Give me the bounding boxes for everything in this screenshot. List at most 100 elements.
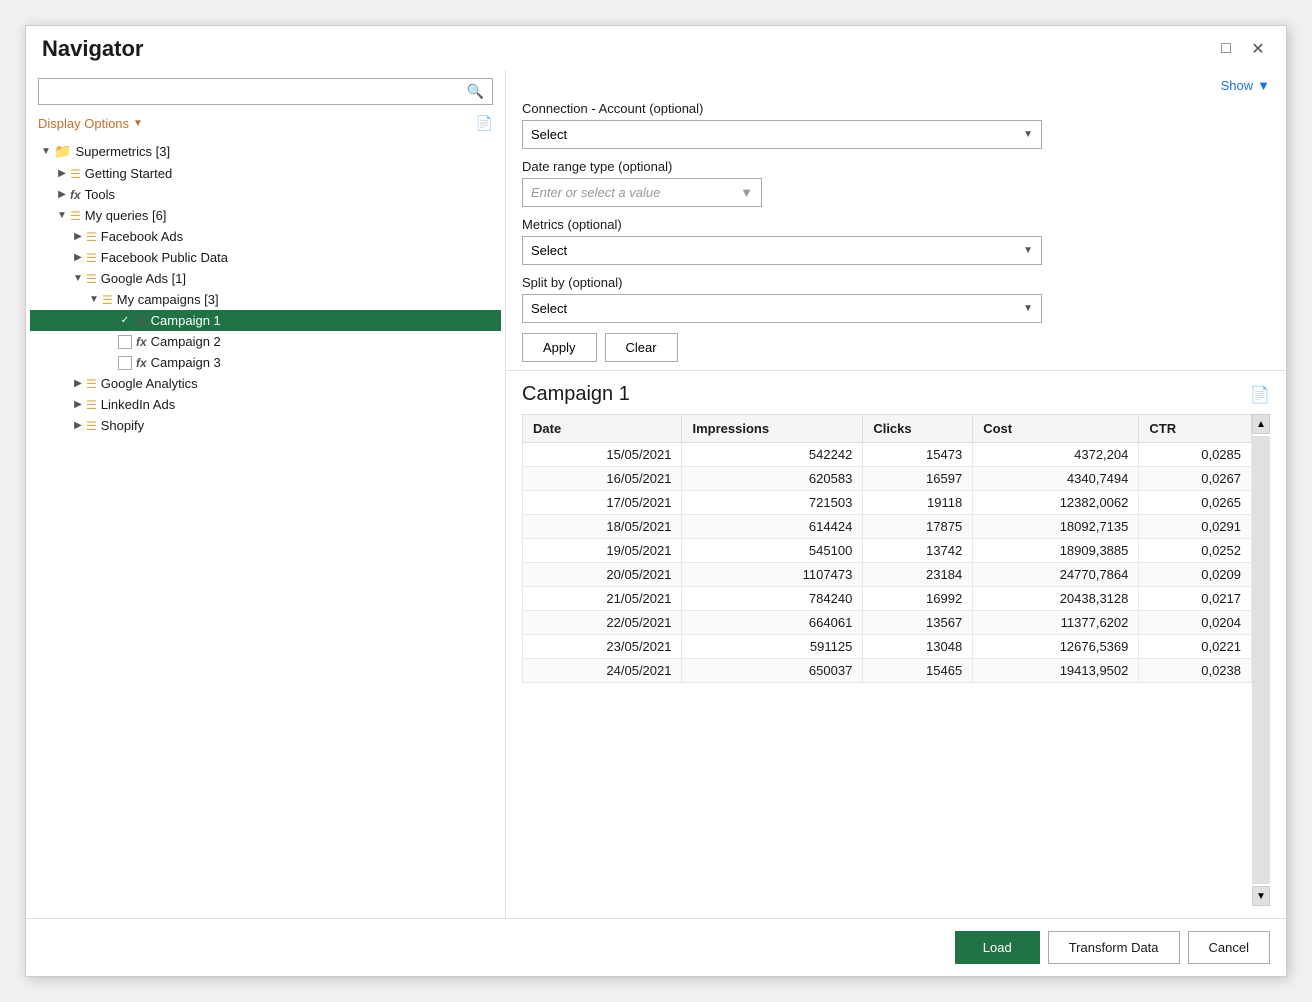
export-icon[interactable]: 📄 bbox=[476, 115, 493, 132]
table-row: 16/05/2021620583165974340,74940,0267 bbox=[523, 467, 1252, 491]
navigator-window: Navigator □ ✕ 🔍 Display Options ▼ 📄 ▼📁Su… bbox=[25, 25, 1287, 977]
data-table-scroll[interactable]: DateImpressionsClicksCostCTR 15/05/20215… bbox=[522, 414, 1252, 906]
scroll-down-button[interactable]: ▼ bbox=[1252, 886, 1270, 906]
tree-item-google-analytics[interactable]: ▶☰Google Analytics bbox=[30, 373, 501, 394]
tree-toggle-icon: ▼ bbox=[86, 294, 102, 305]
table-cell: 0,0267 bbox=[1139, 467, 1252, 491]
tree-item-checkbox[interactable] bbox=[118, 335, 132, 349]
date-range-label: Date range type (optional) bbox=[522, 159, 1270, 174]
right-scrollbar: ▲ ▼ bbox=[1252, 414, 1270, 906]
table-cell: 0,0265 bbox=[1139, 491, 1252, 515]
tree-item-label: My queries [6] bbox=[85, 208, 167, 223]
date-range-value: Enter or select a value bbox=[531, 185, 660, 200]
connection-dropdown[interactable]: Select ▼ bbox=[522, 120, 1042, 149]
tree-item-facebook-ads[interactable]: ▶☰Facebook Ads bbox=[30, 226, 501, 247]
date-range-input[interactable]: Enter or select a value ▼ bbox=[522, 178, 762, 207]
table-cell: 16/05/2021 bbox=[523, 467, 682, 491]
tree-item-shopify[interactable]: ▶☰ Shopify bbox=[30, 415, 501, 436]
table-cell: 23184 bbox=[863, 563, 973, 587]
table-cell: 15/05/2021 bbox=[523, 443, 682, 467]
data-area: Campaign 1 📄 DateImpressionsClicksCostCT… bbox=[506, 371, 1286, 918]
scroll-up-button[interactable]: ▲ bbox=[1252, 414, 1270, 434]
tree-item-facebook-public[interactable]: ▶☰Facebook Public Data bbox=[30, 247, 501, 268]
tree-item-my-campaigns[interactable]: ▼☰My campaigns [3] bbox=[30, 289, 501, 310]
tree-item-label: LinkedIn Ads bbox=[101, 397, 175, 412]
function-icon: fx bbox=[136, 313, 147, 328]
table-cell: 15465 bbox=[863, 659, 973, 683]
table-cell: 0,0238 bbox=[1139, 659, 1252, 683]
search-icon[interactable]: 🔍 bbox=[459, 79, 492, 104]
table-cell: 591125 bbox=[682, 635, 863, 659]
tree-item-linkedin-ads[interactable]: ▶☰LinkedIn Ads bbox=[30, 394, 501, 415]
table-cell: 0,0204 bbox=[1139, 611, 1252, 635]
tree-item-checkbox[interactable] bbox=[118, 314, 132, 328]
minimize-button[interactable]: □ bbox=[1214, 37, 1238, 61]
table-cell: 24770,7864 bbox=[973, 563, 1139, 587]
tree-item-tools[interactable]: ▶fxTools bbox=[30, 184, 501, 205]
function-icon: fx bbox=[136, 334, 147, 349]
tree-item-checkbox[interactable] bbox=[118, 356, 132, 370]
tree-item-label: Campaign 1 bbox=[151, 313, 221, 328]
split-by-dropdown[interactable]: Select ▼ bbox=[522, 294, 1042, 323]
show-button[interactable]: Show ▼ bbox=[1221, 78, 1270, 93]
table-cell: 22/05/2021 bbox=[523, 611, 682, 635]
table-column-header: CTR bbox=[1139, 415, 1252, 443]
search-input[interactable] bbox=[39, 79, 459, 104]
table-column-header: Clicks bbox=[863, 415, 973, 443]
tree-toggle-icon: ▶ bbox=[54, 168, 70, 179]
tree-item-label: Facebook Public Data bbox=[101, 250, 228, 265]
metrics-dropdown[interactable]: Select ▼ bbox=[522, 236, 1042, 265]
table-row: 20/05/202111074732318424770,78640,0209 bbox=[523, 563, 1252, 587]
table-cell: 650037 bbox=[682, 659, 863, 683]
apply-button[interactable]: Apply bbox=[522, 333, 597, 362]
tree-item-getting-started[interactable]: ▶☰Getting Started bbox=[30, 163, 501, 184]
table-cell: 17/05/2021 bbox=[523, 491, 682, 515]
data-export-icon[interactable]: 📄 bbox=[1250, 385, 1270, 405]
tree-item-campaign-1[interactable]: fx Campaign 1 bbox=[30, 310, 501, 331]
table-cell: 24/05/2021 bbox=[523, 659, 682, 683]
display-options-chevron[interactable]: ▼ bbox=[133, 118, 143, 129]
tree-item-label: Shopify bbox=[101, 418, 144, 433]
table-cell: 15473 bbox=[863, 443, 973, 467]
table-cell: 20438,3128 bbox=[973, 587, 1139, 611]
cancel-button[interactable]: Cancel bbox=[1188, 931, 1270, 964]
tree-toggle-icon: ▶ bbox=[54, 189, 70, 200]
clear-button[interactable]: Clear bbox=[605, 333, 678, 362]
table-cell: 16992 bbox=[863, 587, 973, 611]
tree-toggle-icon: ▼ bbox=[38, 146, 54, 157]
tree-item-my-queries[interactable]: ▼☰My queries [6] bbox=[30, 205, 501, 226]
tree-item-supermetrics[interactable]: ▼📁Supermetrics [3] bbox=[30, 140, 501, 163]
table-cell: 20/05/2021 bbox=[523, 563, 682, 587]
table-column-header: Cost bbox=[973, 415, 1139, 443]
tree-item-google-ads[interactable]: ▼☰Google Ads [1] bbox=[30, 268, 501, 289]
tree-toggle-icon: ▶ bbox=[70, 399, 86, 410]
table-cell: 19/05/2021 bbox=[523, 539, 682, 563]
title-bar: Navigator □ ✕ bbox=[26, 26, 1286, 70]
table-icon: ☰ bbox=[86, 418, 97, 433]
metrics-value: Select bbox=[531, 243, 567, 258]
table-cell: 23/05/2021 bbox=[523, 635, 682, 659]
table-icon: ☰ bbox=[70, 208, 81, 223]
right-panel: Show ▼ Connection - Account (optional) S… bbox=[506, 70, 1286, 918]
display-options-label[interactable]: Display Options bbox=[38, 116, 129, 131]
date-range-group: Date range type (optional) Enter or sele… bbox=[522, 159, 1270, 207]
tree-item-campaign-3[interactable]: fxCampaign 3 bbox=[30, 352, 501, 373]
table-cell: 0,0291 bbox=[1139, 515, 1252, 539]
table-icon: ☰ bbox=[102, 292, 113, 307]
table-cell: 21/05/2021 bbox=[523, 587, 682, 611]
tree-item-label: Campaign 3 bbox=[151, 355, 221, 370]
data-table: DateImpressionsClicksCostCTR 15/05/20215… bbox=[522, 414, 1252, 683]
load-button[interactable]: Load bbox=[955, 931, 1040, 964]
folder-icon: 📁 bbox=[54, 143, 71, 160]
table-cell: 12382,0062 bbox=[973, 491, 1139, 515]
tree-item-campaign-2[interactable]: fx Campaign 2 bbox=[30, 331, 501, 352]
tree-toggle-icon: ▶ bbox=[70, 420, 86, 431]
transform-button[interactable]: Transform Data bbox=[1048, 931, 1180, 964]
table-icon: ☰ bbox=[86, 229, 97, 244]
tree-item-label: Campaign 2 bbox=[151, 334, 221, 349]
table-row: 24/05/20216500371546519413,95020,0238 bbox=[523, 659, 1252, 683]
close-button[interactable]: ✕ bbox=[1246, 37, 1270, 61]
table-row: 23/05/20215911251304812676,53690,0221 bbox=[523, 635, 1252, 659]
split-by-group: Split by (optional) Select ▼ bbox=[522, 275, 1270, 323]
function-icon: fx bbox=[70, 187, 81, 202]
